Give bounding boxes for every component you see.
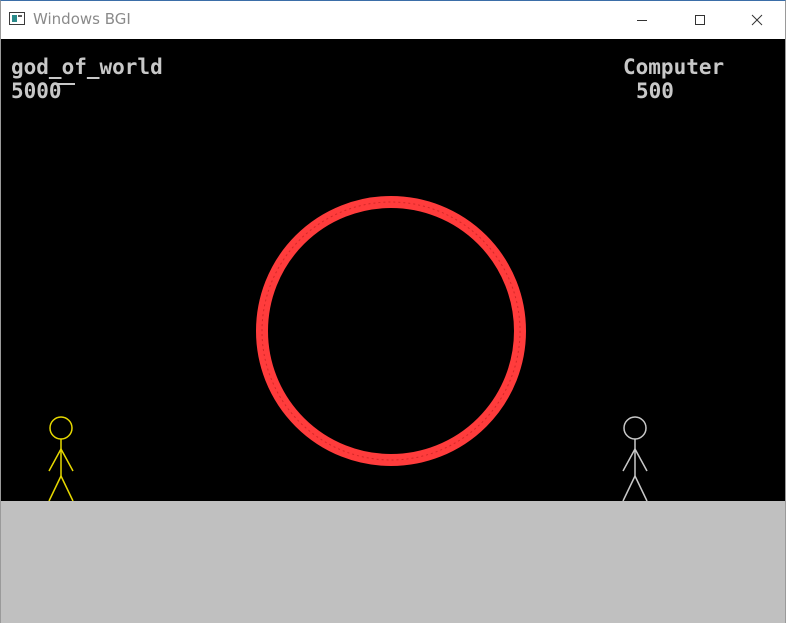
game-canvas[interactable]: god_of_world 5000 Computer 500	[1, 39, 785, 623]
minimize-icon	[637, 20, 647, 21]
ground	[1, 501, 785, 623]
title-bar[interactable]: Windows BGI	[1, 1, 785, 39]
maximize-icon	[695, 15, 705, 25]
minimize-button[interactable]	[613, 1, 671, 39]
app-window: Windows BGI god_of_world 5000 Computer 5…	[0, 0, 786, 623]
close-button[interactable]	[728, 1, 786, 39]
player-stick-figure	[48, 416, 74, 502]
maximize-button[interactable]	[671, 1, 729, 39]
red-ring	[256, 196, 526, 466]
app-window-icon	[9, 12, 25, 25]
window-title: Windows BGI	[33, 10, 131, 28]
close-icon	[751, 14, 763, 26]
opponent-stick-figure	[622, 416, 648, 502]
